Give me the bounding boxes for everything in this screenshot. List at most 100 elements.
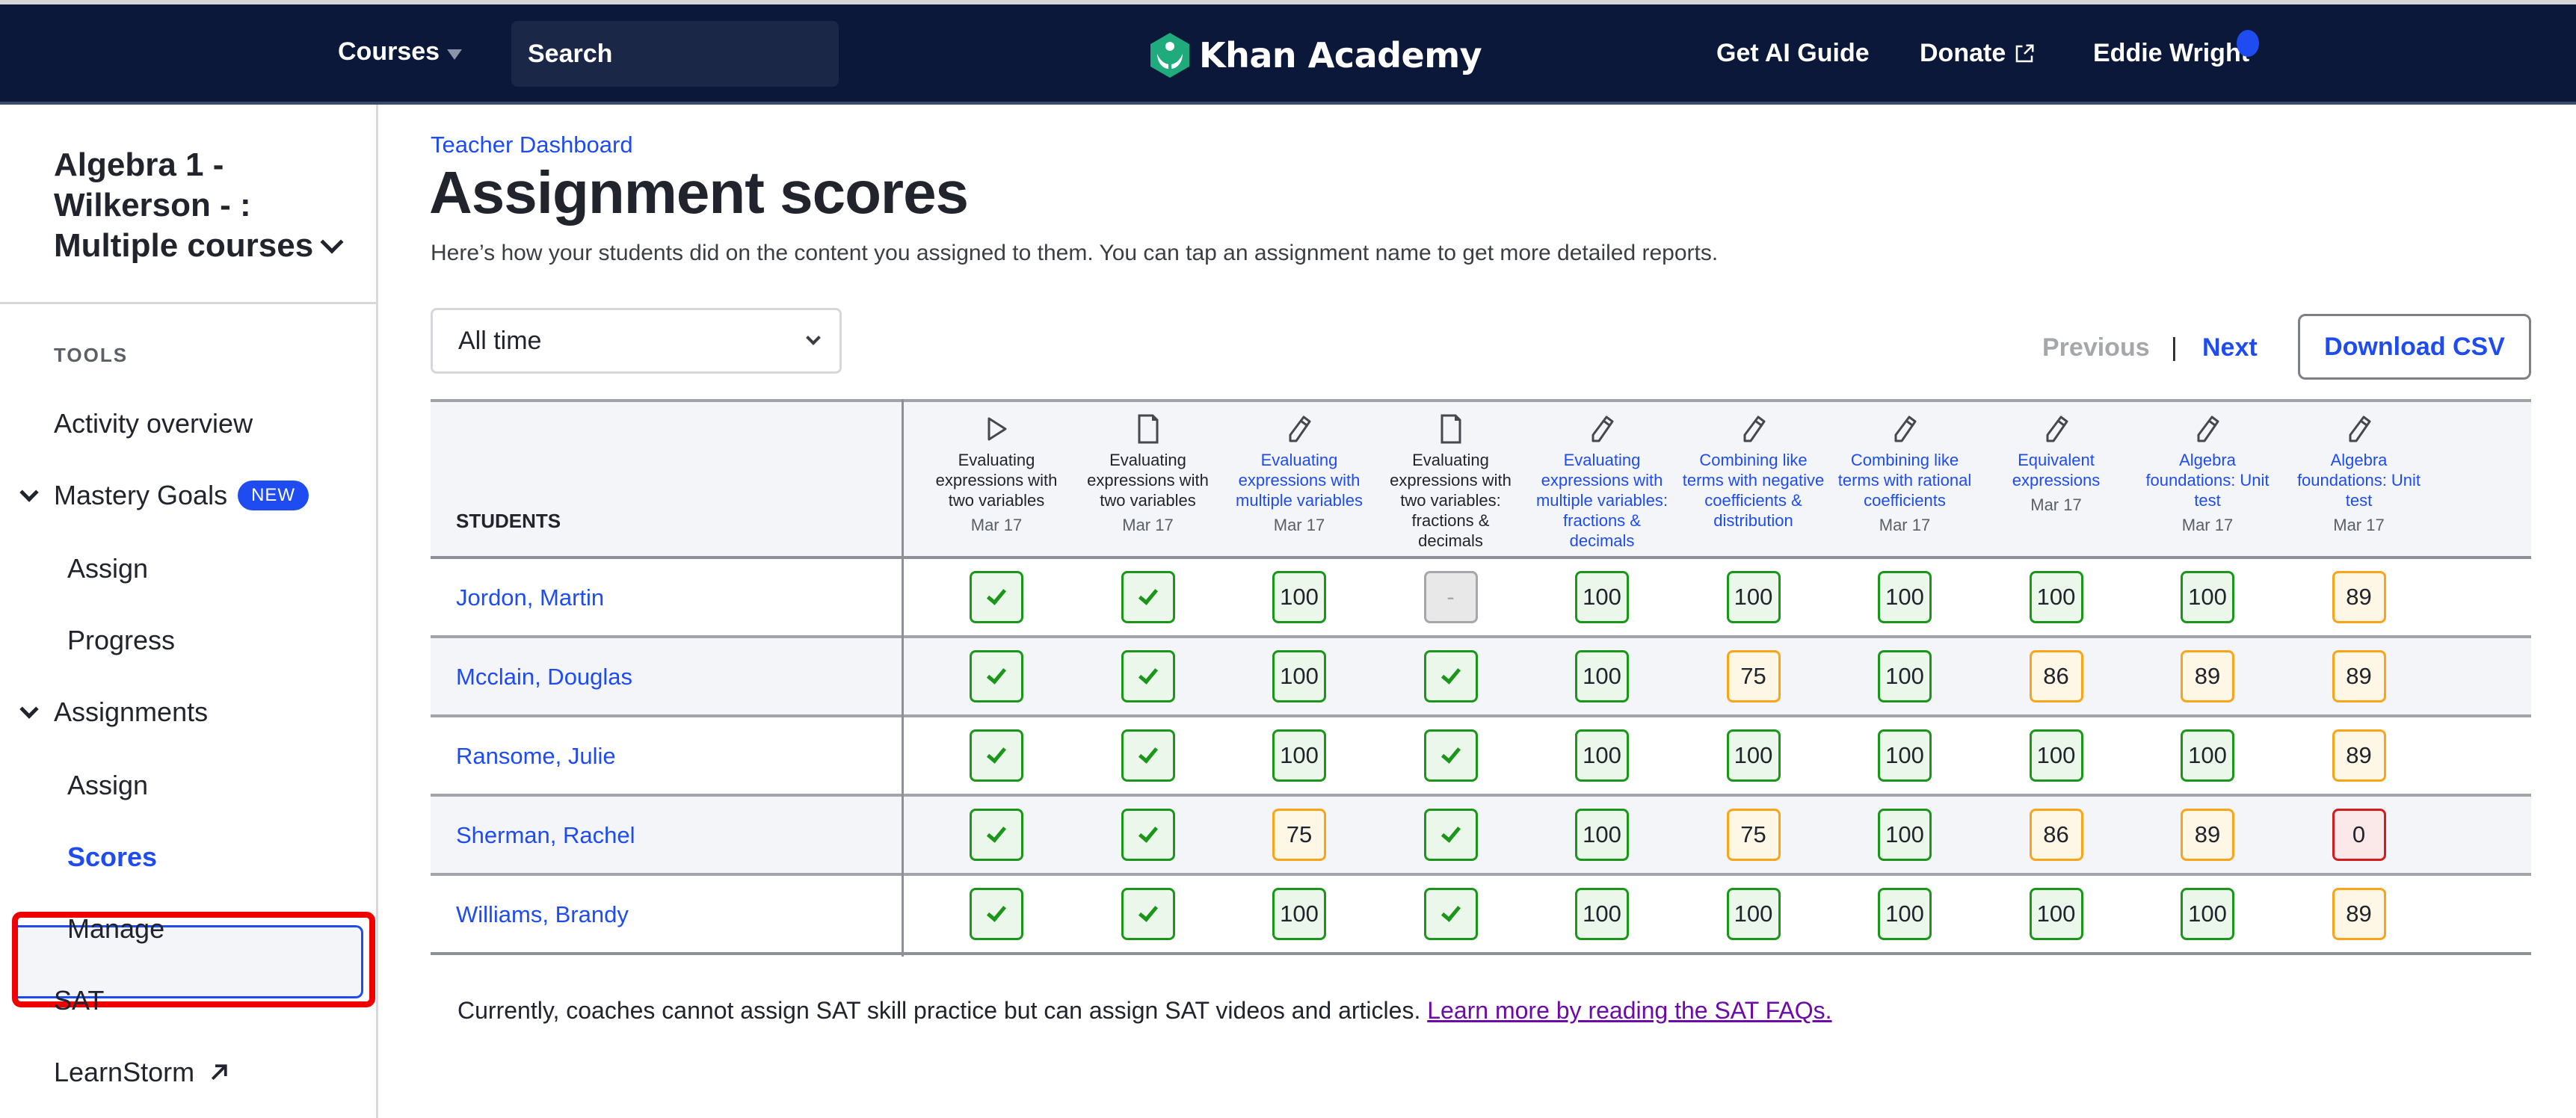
- download-csv-button[interactable]: Download CSV: [2298, 314, 2531, 380]
- score-cell[interactable]: 75: [1272, 809, 1326, 861]
- timeframe-select[interactable]: All time: [431, 308, 842, 374]
- tools-section-label: TOOLS: [54, 344, 129, 366]
- score-cell[interactable]: 100: [1726, 571, 1781, 623]
- score-cell-complete[interactable]: [970, 729, 1023, 782]
- score-cell[interactable]: 100: [2181, 729, 2234, 782]
- score-cell-complete[interactable]: [970, 888, 1023, 940]
- sidebar-item-activity-overview[interactable]: Activity overview: [54, 408, 253, 439]
- score-cell-complete[interactable]: [970, 571, 1023, 623]
- score-cell-complete[interactable]: [970, 650, 1023, 702]
- score-cell[interactable]: 100: [1726, 729, 1781, 782]
- student-name-link[interactable]: Ransome, Julie: [456, 743, 616, 770]
- score-cell[interactable]: 100: [1272, 729, 1326, 782]
- column-header[interactable]: Equivalent expressions Mar 17: [1984, 413, 2129, 515]
- column-header[interactable]: Algebra foundations: Unit test Mar 17: [2135, 413, 2280, 535]
- score-cell[interactable]: 100: [1575, 650, 1629, 702]
- sidebar-divider: [0, 302, 376, 304]
- score-cell-complete[interactable]: [1423, 650, 1478, 702]
- sidebar-item-mastery-assign[interactable]: Assign: [67, 553, 148, 584]
- previous-page-button[interactable]: Previous: [2042, 333, 2150, 362]
- student-name-link[interactable]: Mcclain, Douglas: [456, 664, 632, 691]
- score-cell-complete[interactable]: [1121, 888, 1175, 940]
- search-box[interactable]: [511, 21, 872, 87]
- column-title[interactable]: Evaluating expressions with multiple var…: [1536, 451, 1668, 550]
- score-cell[interactable]: 89: [2181, 650, 2234, 702]
- score-cell[interactable]: 100: [1575, 809, 1629, 861]
- column-title[interactable]: Evaluating expressions with multiple var…: [1236, 451, 1363, 510]
- score-cell[interactable]: 100: [1878, 571, 1932, 623]
- score-cell[interactable]: 89: [2332, 729, 2386, 782]
- score-cell[interactable]: 86: [2029, 809, 2083, 861]
- score-cell-complete[interactable]: [1121, 571, 1175, 623]
- next-page-button[interactable]: Next: [2202, 333, 2258, 362]
- score-cell-complete[interactable]: [970, 809, 1023, 861]
- sidebar-item-manage[interactable]: Manage: [67, 913, 164, 945]
- score-cell[interactable]: 86: [2029, 650, 2083, 702]
- score-cell-complete[interactable]: [1423, 809, 1478, 861]
- score-cell[interactable]: 75: [1726, 650, 1781, 702]
- score-cell[interactable]: 89: [2181, 809, 2234, 861]
- column-header[interactable]: Combining like terms with negative coeff…: [1681, 413, 1826, 531]
- checkmark-icon: [1138, 743, 1158, 764]
- score-cell[interactable]: 100: [2029, 729, 2083, 782]
- column-title[interactable]: Equivalent expressions: [2012, 451, 2100, 489]
- courses-menu-button[interactable]: Courses: [338, 37, 463, 67]
- get-ai-guide-link[interactable]: Get AI Guide: [1716, 39, 1870, 68]
- score-cell[interactable]: 75: [1726, 809, 1781, 861]
- sidebar-item-mastery-goals[interactable]: Mastery Goals NEW: [54, 480, 309, 511]
- score-cell-complete[interactable]: [1423, 888, 1478, 940]
- sat-faq-link[interactable]: Learn more by reading the SAT FAQs.: [1427, 997, 1831, 1024]
- score-cell-complete[interactable]: [1423, 729, 1478, 782]
- student-name-link[interactable]: Jordon, Martin: [456, 584, 604, 611]
- user-menu-button[interactable]: Eddie Wright: [2093, 39, 2249, 68]
- score-cell[interactable]: 100: [1272, 650, 1326, 702]
- breadcrumb-teacher-dashboard[interactable]: Teacher Dashboard: [431, 132, 633, 158]
- column-title[interactable]: Algebra foundations: Unit test: [2145, 451, 2269, 510]
- score-cell[interactable]: 0: [2332, 809, 2386, 861]
- score-cell-complete[interactable]: [1121, 809, 1175, 861]
- sidebar-item-assignments[interactable]: Assignments: [54, 697, 208, 728]
- column-header[interactable]: Evaluating expressions with multiple var…: [1529, 413, 1674, 551]
- score-cell[interactable]: 100: [1272, 571, 1326, 623]
- score-cell[interactable]: 89: [2332, 650, 2386, 702]
- score-cell[interactable]: 100: [1272, 888, 1326, 940]
- column-header[interactable]: Algebra foundations: Unit test Mar 17: [2287, 413, 2432, 535]
- score-cell[interactable]: 100: [2181, 888, 2234, 940]
- column-title[interactable]: Algebra foundations: Unit test: [2297, 451, 2421, 510]
- table-body: Jordon, Martin 100 - 100 100 100 100 100 89 Mccla…: [431, 559, 2531, 955]
- score-cell[interactable]: 100: [1878, 650, 1932, 702]
- score-cell[interactable]: 100: [1878, 809, 1932, 861]
- score-cell-complete[interactable]: [1121, 729, 1175, 782]
- khan-academy-logo[interactable]: Khan Academy: [1148, 31, 1482, 79]
- score-cell[interactable]: 100: [1575, 729, 1629, 782]
- search-input[interactable]: [528, 39, 872, 69]
- score-cell[interactable]: 100: [1575, 571, 1629, 623]
- course-selector[interactable]: Algebra 1 - Wilkerson - : Multiple cours…: [54, 145, 353, 266]
- score-cell[interactable]: 89: [2332, 571, 2386, 623]
- score-cell[interactable]: 100: [2029, 571, 2083, 623]
- column-title[interactable]: Combining like terms with negative coeff…: [1683, 451, 1825, 530]
- sidebar-item-sat[interactable]: SAT: [54, 985, 104, 1016]
- score-cell[interactable]: -: [1423, 571, 1478, 623]
- student-name-link[interactable]: Sherman, Rachel: [456, 822, 635, 849]
- score-cell[interactable]: 100: [1878, 888, 1932, 940]
- chevron-down-icon[interactable]: [19, 483, 39, 502]
- score-cell[interactable]: 89: [2332, 888, 2386, 940]
- column-header[interactable]: Evaluating expressions with multiple var…: [1227, 413, 1372, 535]
- score-cell[interactable]: 100: [1575, 888, 1629, 940]
- column-header[interactable]: Combining like terms with rational coeff…: [1832, 413, 1977, 535]
- score-cell-complete[interactable]: [1121, 650, 1175, 702]
- chevron-down-icon[interactable]: [19, 699, 39, 719]
- sidebar-item-assignments-assign[interactable]: Assign: [67, 770, 148, 801]
- score-cell[interactable]: 100: [2181, 571, 2234, 623]
- sidebar-item-scores[interactable]: Scores: [67, 841, 157, 873]
- score-cell[interactable]: 100: [1726, 888, 1781, 940]
- sidebar-item-learnstorm[interactable]: LearnStorm: [54, 1057, 230, 1088]
- column-title[interactable]: Combining like terms with rational coeff…: [1838, 451, 1972, 510]
- score-cell[interactable]: 100: [2029, 888, 2083, 940]
- score-cell[interactable]: 100: [1878, 729, 1932, 782]
- sidebar-item-mastery-progress[interactable]: Progress: [67, 625, 175, 656]
- donate-link[interactable]: Donate: [1920, 39, 2036, 68]
- sidebar: Algebra 1 - Wilkerson - : Multiple cours…: [0, 105, 378, 1118]
- student-name-link[interactable]: Williams, Brandy: [456, 901, 629, 928]
